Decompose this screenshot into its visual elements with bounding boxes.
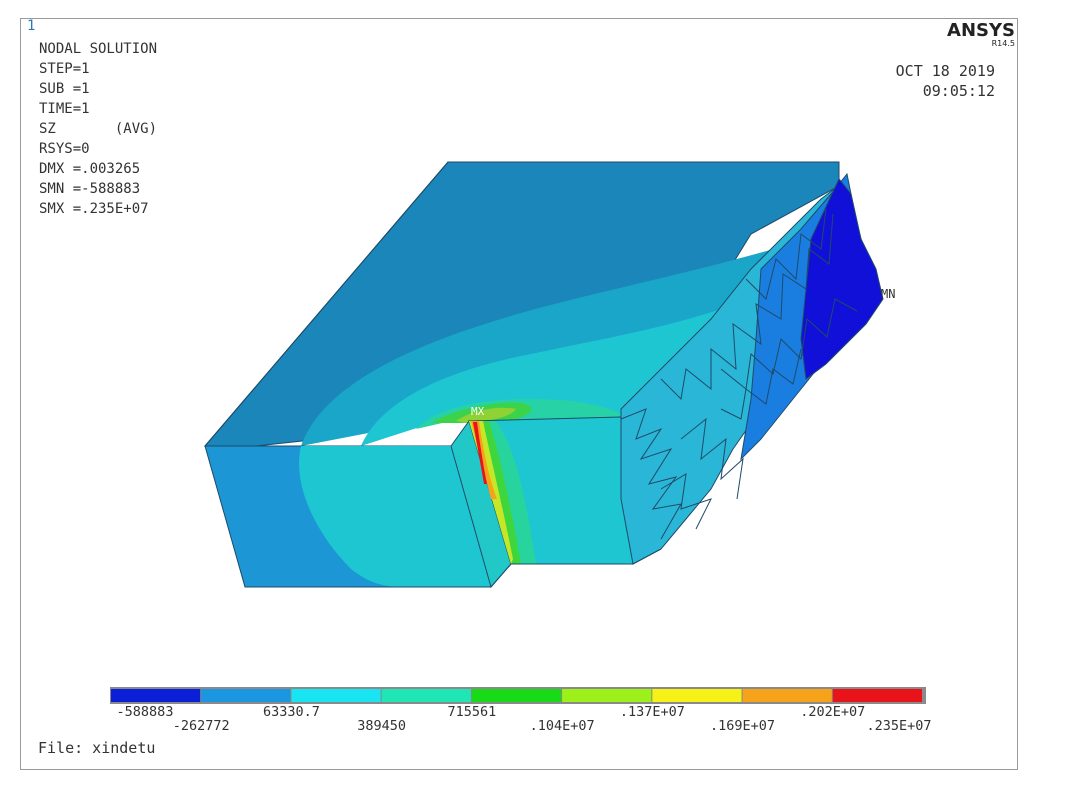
legend-label-top: .137E+07 <box>619 704 685 720</box>
legend-label-top: -588883 <box>116 704 174 720</box>
legend-label-bottom: .169E+07 <box>710 718 776 734</box>
legend-label-bottom: 389450 <box>357 718 407 734</box>
graphics-window: 1 NODAL SOLUTION STEP=1 SUB =1 TIME=1 SZ (A… <box>20 18 1018 770</box>
legend-label-top: 715561 <box>447 704 497 720</box>
stress-contour-model: MX MN <box>203 161 895 589</box>
min-marker: MN <box>881 287 895 301</box>
legend-label-top: 63330.7 <box>262 704 320 720</box>
legend-label-bottom: .104E+07 <box>529 718 595 734</box>
legend-labels: -588883 -262772 63330.7 389450 715561 .104E+0… <box>109 686 932 746</box>
color-legend: -588883 -262772 63330.7 389450 715561 .104E+0… <box>109 686 932 734</box>
legend-label-bottom: -262772 <box>172 718 230 734</box>
legend-label-top: .202E+07 <box>800 704 866 720</box>
legend-label-bottom: .235E+07 <box>866 718 932 734</box>
file-label: File: xindetu <box>38 739 156 757</box>
max-marker: MX <box>471 405 485 418</box>
